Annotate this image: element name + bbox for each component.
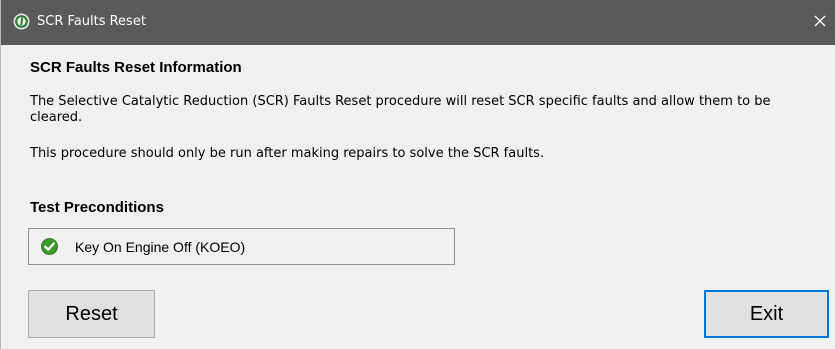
close-button[interactable]: [805, 0, 835, 45]
reset-button[interactable]: Reset: [28, 290, 155, 338]
info-note: This procedure should only be run after …: [30, 146, 545, 161]
app-logo-icon: [13, 13, 30, 30]
info-heading: SCR Faults Reset Information: [30, 59, 242, 76]
info-description: The Selective Catalytic Reduction (SCR) …: [30, 94, 771, 125]
precondition-item: Key On Engine Off (KOEO): [28, 228, 455, 265]
green-check-icon: [41, 238, 58, 255]
exit-button[interactable]: Exit: [704, 290, 829, 338]
scr-faults-reset-dialog: SCR Faults Reset SCR Faults Reset Inform…: [0, 0, 835, 349]
title-bar[interactable]: SCR Faults Reset: [1, 0, 835, 45]
precondition-label: Key On Engine Off (KOEO): [75, 239, 246, 255]
preconditions-heading: Test Preconditions: [30, 199, 164, 216]
close-icon: [814, 14, 826, 32]
window-title: SCR Faults Reset: [37, 14, 146, 29]
